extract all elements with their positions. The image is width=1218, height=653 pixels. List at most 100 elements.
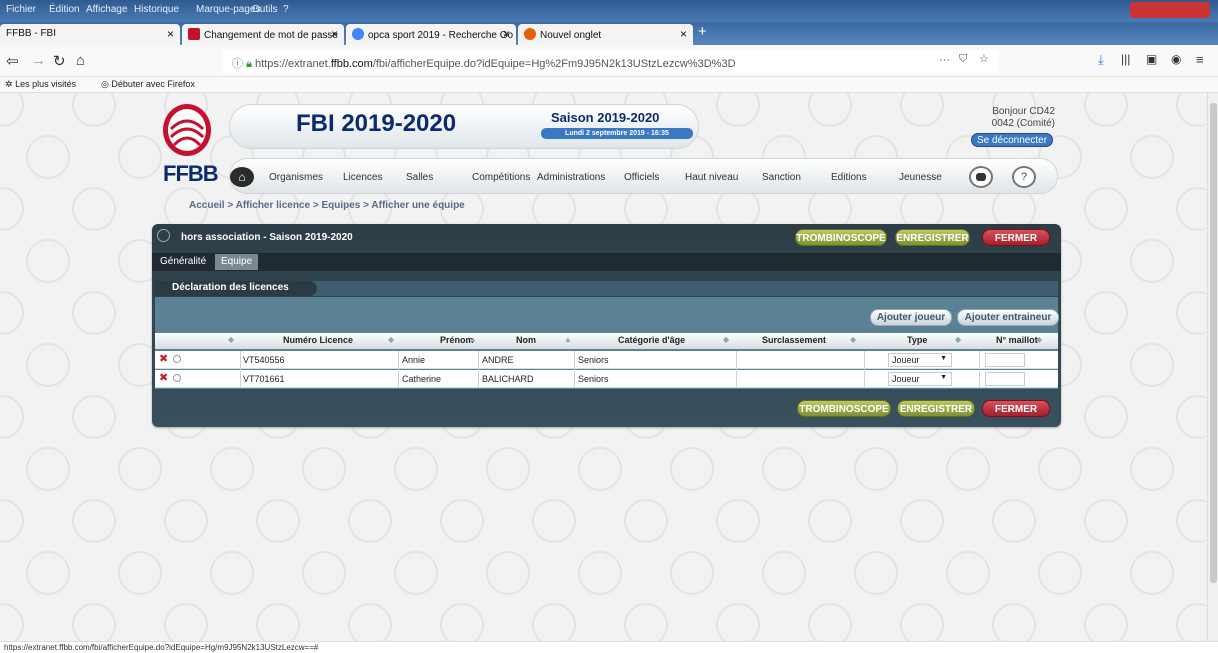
tab-label: opca sport 2019 - Recherche Go [368, 30, 514, 41]
tab-nouvel-onglet[interactable]: Nouvel onglet × [518, 24, 693, 45]
info-icon[interactable]: ⓘ [232, 58, 243, 70]
logout-button[interactable]: Se déconnecter [971, 133, 1053, 147]
hamburger-menu-icon[interactable]: ≡ [1196, 52, 1204, 67]
col-header-surclassement[interactable]: Surclassement [762, 335, 826, 345]
pocket-icon[interactable]: ⛉ [959, 53, 967, 66]
save-button[interactable]: ENREGISTRER [895, 229, 970, 246]
menu-historique[interactable]: Historique [134, 4, 179, 15]
menu-outils[interactable]: Outils [252, 4, 278, 15]
watermark-logo-icon [808, 93, 852, 127]
trombinoscope-button[interactable]: TROMBINOSCOPE [795, 229, 887, 246]
status-bar: https://extranet.ffbb.com/fbi/afficherEq… [0, 641, 1218, 653]
watermark-logo-icon [808, 499, 852, 543]
vertical-scrollbar[interactable] [1207, 93, 1218, 641]
col-header-maillot[interactable]: N° maillot [996, 335, 1038, 345]
nav-officiels[interactable]: Officiels [624, 172, 659, 183]
col-header-type[interactable]: Type [907, 335, 927, 345]
chat-icon[interactable] [969, 166, 993, 188]
close-icon[interactable]: × [331, 27, 338, 41]
col-header-categorie[interactable]: Catégorie d'âge [618, 335, 685, 345]
nav-licences[interactable]: Licences [343, 172, 382, 183]
save-button-bottom[interactable]: ENREGISTRER [897, 400, 975, 417]
watermark-logo-icon [900, 499, 944, 543]
maillot-input[interactable] [985, 353, 1025, 367]
sort-icon[interactable]: ◆ [955, 335, 961, 344]
nav-haut-niveau[interactable]: Haut niveau [685, 172, 738, 183]
bookmark-getting-started[interactable]: ◎ Débuter avec Firefox [101, 79, 195, 90]
home-icon[interactable]: ⌂ [76, 52, 85, 69]
col-header-nom[interactable]: Nom [516, 335, 536, 345]
search-icon[interactable] [173, 374, 181, 382]
watermark-logo-icon [1130, 447, 1174, 491]
url-bar[interactable]: ⓘ 🔒︎ https://extranet.ffbb.com/fbi/affic… [223, 50, 998, 73]
sidebar-icon[interactable]: ▣ [1146, 52, 1157, 66]
sort-icon[interactable]: ◆ [388, 335, 394, 344]
sort-up-icon[interactable]: ▲ [469, 335, 477, 344]
close-button[interactable]: FERMER [982, 229, 1050, 246]
add-player-button[interactable]: Ajouter joueur [870, 309, 952, 326]
window-controls[interactable] [1130, 2, 1210, 18]
chevron-down-icon: ▼ [940, 374, 947, 381]
watermark-logo-icon [578, 447, 622, 491]
tab-opca-sport[interactable]: opca sport 2019 - Recherche Go × [346, 24, 516, 45]
watermark-logo-icon [302, 551, 346, 595]
nav-editions[interactable]: Editions [831, 172, 867, 183]
close-icon[interactable]: × [503, 27, 510, 41]
reload-icon[interactable]: ↻ [53, 52, 66, 70]
watermark-logo-icon [486, 551, 530, 595]
library-icon[interactable]: ||| [1121, 52, 1130, 66]
nav-sanction[interactable]: Sanction [762, 172, 801, 183]
watermark-logo-icon [348, 603, 392, 641]
type-select[interactable]: Joueur ▼ [888, 353, 952, 367]
sort-icon[interactable]: ◆ [1036, 335, 1042, 344]
new-tab-button[interactable]: + [698, 23, 707, 40]
delete-icon[interactable]: ✖ [159, 352, 168, 365]
help-icon[interactable]: ? [1012, 166, 1036, 188]
close-icon[interactable]: × [167, 27, 174, 41]
trombinoscope-button-bottom[interactable]: TROMBINOSCOPE [797, 400, 891, 417]
search-icon[interactable] [173, 355, 181, 363]
sort-icon[interactable]: ◆ [850, 335, 856, 344]
sort-icon[interactable]: ◆ [228, 335, 234, 344]
maillot-input[interactable] [985, 372, 1025, 386]
nav-organismes[interactable]: Organismes [269, 172, 323, 183]
menu-help[interactable]: ? [283, 4, 289, 15]
page-actions-menu[interactable]: ··· [939, 54, 950, 66]
tab-changement-mot-de-passe[interactable]: Changement de mot de passe × [182, 24, 344, 45]
nav-salles[interactable]: Salles [406, 172, 433, 183]
breadcrumb[interactable]: Accueil > Afficher licence > Equipes > A… [189, 200, 465, 211]
close-icon[interactable]: × [680, 27, 687, 41]
watermark-logo-icon [72, 499, 116, 543]
close-button-bottom[interactable]: FERMER [982, 400, 1050, 417]
menu-fichier[interactable]: Fichier [6, 4, 36, 15]
forward-arrow-icon[interactable]: → [31, 52, 46, 69]
add-coach-button[interactable]: Ajouter entraineur [957, 309, 1059, 326]
panel-title: hors association - Saison 2019-2020 [181, 232, 353, 243]
watermark-logo-icon [1176, 499, 1207, 543]
nav-administrations[interactable]: Administrations [537, 172, 605, 183]
bookmark-most-visited[interactable]: ✲ Les plus visités [5, 79, 76, 90]
sort-icon[interactable]: ◆ [723, 335, 729, 344]
extension-icon[interactable]: ◉ [1171, 52, 1181, 66]
back-arrow-icon[interactable]: ⇦ [6, 52, 19, 70]
tab-ffbb[interactable]: FFBB - FBI × [0, 24, 180, 45]
nav-jeunesse[interactable]: Jeunesse [899, 172, 942, 183]
tab-generalite[interactable]: Généralité [154, 254, 212, 270]
menu-marque-pages[interactable]: Marque-pages [196, 4, 260, 15]
panel-tabs [152, 253, 1061, 271]
section-title: Déclaration des licences [155, 281, 317, 296]
sort-up-icon[interactable]: ▲ [564, 335, 572, 344]
delete-icon[interactable]: ✖ [159, 371, 168, 384]
col-header-licence[interactable]: Numéro Licence [283, 335, 353, 345]
watermark-logo-icon [302, 447, 346, 491]
type-select[interactable]: Joueur ▼ [888, 372, 952, 386]
tab-equipe[interactable]: Equipe [215, 254, 259, 270]
download-icon[interactable]: ⤓ [1098, 52, 1104, 68]
scrollbar-thumb[interactable] [1210, 103, 1217, 583]
type-value: Joueur [892, 374, 920, 384]
home-icon[interactable]: ⌂ [230, 167, 254, 187]
nav-competitions[interactable]: Compétitions [472, 172, 530, 183]
bookmark-star-icon[interactable]: ☆ [979, 52, 989, 65]
menu-edition[interactable]: Édition [49, 4, 80, 15]
menu-affichage[interactable]: Affichage [86, 4, 128, 15]
